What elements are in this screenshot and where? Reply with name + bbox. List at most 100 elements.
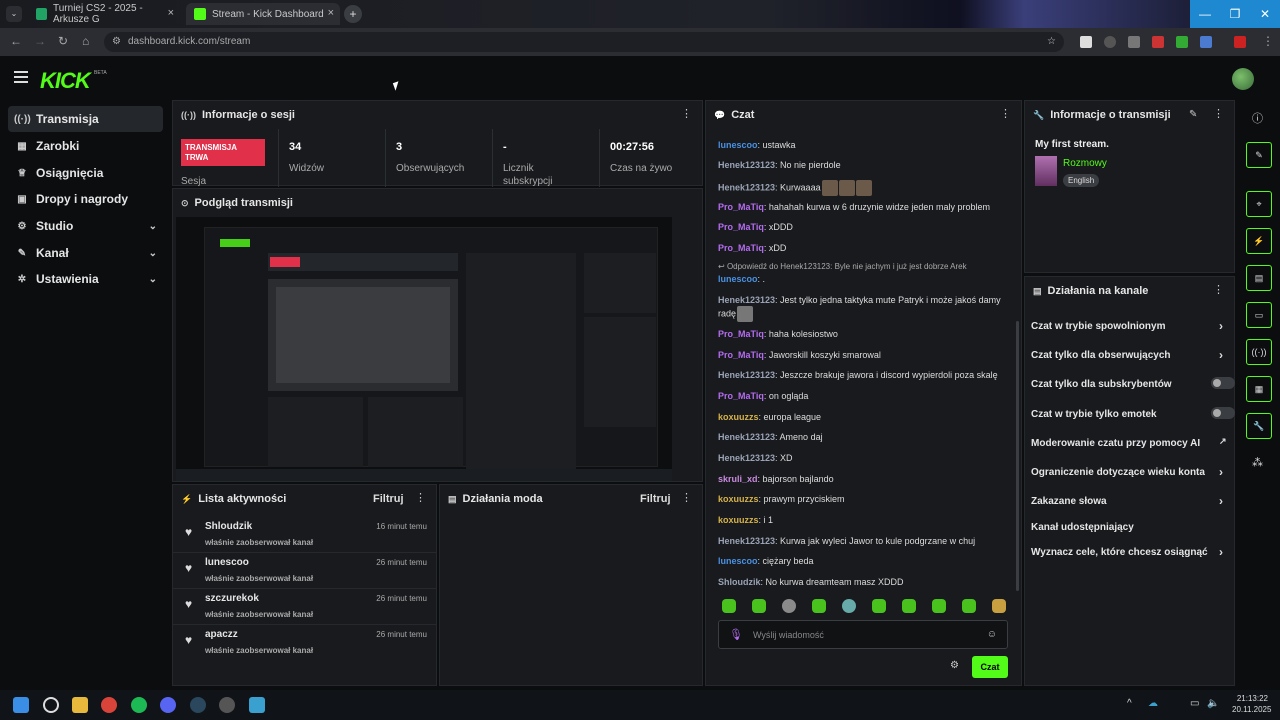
- sharing-channel-item[interactable]: Kanał udostępniający: [1031, 522, 1231, 533]
- avatar[interactable]: [1232, 68, 1254, 90]
- filter-button[interactable]: Filtruj: [373, 493, 404, 505]
- sidebar-item-dropy[interactable]: ▣ Dropy i nagrody: [8, 186, 163, 212]
- activity-user[interactable]: Shloudzik: [205, 521, 252, 532]
- chat-username[interactable]: Pro_MaTiq: [718, 350, 764, 360]
- extension-icon[interactable]: [1104, 36, 1116, 48]
- sidebar-item-ustawienia[interactable]: ✲ Ustawienia ⌄: [8, 266, 163, 292]
- sidebar-item-studio[interactable]: ⚙ Studio ⌄: [8, 213, 163, 239]
- layout-tool-button[interactable]: ▦: [1246, 376, 1272, 402]
- banned-words-item[interactable]: Zakazane słowa ›: [1031, 494, 1231, 508]
- tray-icon[interactable]: ☁: [1148, 698, 1158, 709]
- chat-username[interactable]: Shloudzik: [718, 577, 761, 587]
- category-link[interactable]: Rozmowy: [1063, 158, 1107, 169]
- emote-icon[interactable]: [842, 599, 856, 613]
- network-icon[interactable]: ▭: [1190, 698, 1199, 709]
- tab-sheets[interactable]: Turniej CS2 - 2025 - Arkusze G ×: [28, 3, 180, 25]
- reload-icon[interactable]: ↻: [58, 34, 68, 48]
- chat-username[interactable]: Henek123123: [718, 453, 775, 463]
- chat-username[interactable]: Pro_MaTiq: [718, 329, 764, 339]
- account-age-item[interactable]: Ograniczenie dotyczące wieku konta ›: [1031, 465, 1231, 479]
- extensions-puzzle-icon[interactable]: [1200, 36, 1212, 48]
- chat-username[interactable]: Henek123123: [718, 295, 775, 305]
- sidebar-item-transmisja[interactable]: ((·)) Transmisja: [8, 106, 163, 132]
- edit-icon[interactable]: ✎: [1189, 109, 1197, 120]
- new-tab-button[interactable]: +: [344, 5, 362, 23]
- edit-tool-button[interactable]: ✎: [1246, 142, 1272, 168]
- target-tool-button[interactable]: ⌖: [1246, 191, 1272, 217]
- emote-icon[interactable]: [752, 599, 766, 613]
- wrench-tool-button[interactable]: 🔧: [1246, 413, 1272, 439]
- bookmark-star-icon[interactable]: ☆: [1047, 32, 1056, 52]
- emote-icon[interactable]: [962, 599, 976, 613]
- followers-only-item[interactable]: Czat tylko dla obserwujących ›: [1031, 348, 1231, 362]
- emote-icon[interactable]: [782, 599, 796, 613]
- steam-icon[interactable]: [190, 697, 206, 713]
- chat-username[interactable]: Henek123123: [718, 160, 775, 170]
- window-close-button[interactable]: ✕: [1250, 0, 1280, 28]
- more-options-icon[interactable]: ⋮: [1000, 109, 1011, 120]
- more-options-icon[interactable]: ⋮: [681, 109, 692, 120]
- extension-icon[interactable]: [1080, 36, 1092, 48]
- slow-mode-item[interactable]: Czat w trybie spowolnionym ›: [1031, 319, 1231, 333]
- stream-preview-video[interactable]: [176, 217, 672, 481]
- back-icon[interactable]: ←: [10, 34, 22, 48]
- more-options-icon[interactable]: ⋮: [1213, 285, 1224, 296]
- more-options-icon[interactable]: ⋮: [1213, 109, 1224, 120]
- chat-username[interactable]: koxuuzzs: [718, 412, 759, 422]
- chat-username[interactable]: Henek123123: [718, 432, 775, 442]
- activity-user[interactable]: szczurekok: [205, 593, 259, 604]
- maximize-button[interactable]: ❐: [1220, 0, 1250, 28]
- profile-icon[interactable]: [1234, 36, 1246, 48]
- menu-icon[interactable]: [14, 71, 28, 86]
- emote-icon[interactable]: [872, 599, 886, 613]
- emote-icon[interactable]: [812, 599, 826, 613]
- info-icon[interactable]: ⓘ: [1252, 110, 1263, 126]
- notepad-icon[interactable]: [249, 697, 265, 713]
- emote-icon[interactable]: [722, 599, 736, 613]
- home-icon[interactable]: ⌂: [82, 34, 89, 48]
- microphone-icon[interactable]: 🎙: [729, 628, 743, 641]
- emote-icon[interactable]: [932, 599, 946, 613]
- windows-start-icon[interactable]: [13, 697, 29, 713]
- chat-send-button[interactable]: Czat: [972, 656, 1008, 678]
- close-icon[interactable]: ×: [168, 7, 174, 19]
- volume-icon[interactable]: 🔈: [1207, 698, 1219, 709]
- app-icon[interactable]: [219, 697, 235, 713]
- document-tool-button[interactable]: ▤: [1246, 265, 1272, 291]
- spotify-icon[interactable]: [131, 697, 147, 713]
- chat-username[interactable]: Pro_MaTiq: [718, 243, 764, 253]
- chat-username[interactable]: skruli_xd: [718, 474, 758, 484]
- chat-username[interactable]: koxuuzzs: [718, 515, 759, 525]
- browser-menu-icon[interactable]: ⋮: [1262, 34, 1274, 48]
- add-widget-icon[interactable]: ⁂: [1252, 456, 1263, 469]
- broadcast-tool-button[interactable]: ((·)): [1246, 339, 1272, 365]
- site-info-icon[interactable]: ⚙: [112, 32, 121, 52]
- url-field[interactable]: ⚙ dashboard.kick.com/stream ☆: [104, 32, 1064, 52]
- extension-icon[interactable]: [1176, 36, 1188, 48]
- tray-chevron-icon[interactable]: ^: [1127, 698, 1132, 709]
- chat-username[interactable]: Pro_MaTiq: [718, 222, 764, 232]
- ai-moderation-item[interactable]: Moderowanie czatu przy pomocy AI ↗: [1031, 436, 1231, 449]
- chat-username[interactable]: Henek123123: [718, 370, 775, 380]
- chat-tool-button[interactable]: ▭: [1246, 302, 1272, 328]
- forward-icon[interactable]: →: [34, 34, 46, 48]
- chat-username[interactable]: Pro_MaTiq: [718, 202, 764, 212]
- bolt-tool-button[interactable]: ⚡: [1246, 228, 1272, 254]
- more-options-icon[interactable]: ⋮: [681, 493, 692, 504]
- emote-only-toggle[interactable]: [1211, 407, 1235, 419]
- search-icon[interactable]: [43, 697, 59, 713]
- chat-scrollbar[interactable]: [1016, 321, 1019, 591]
- kick-logo[interactable]: KICK: [40, 68, 91, 94]
- extension-icon[interactable]: [1128, 36, 1140, 48]
- sidebar-item-osiagniecia[interactable]: ♕ Osiągnięcia: [8, 160, 163, 186]
- chat-username[interactable]: lunescoo: [718, 140, 758, 150]
- chat-input[interactable]: 🎙 Wyślij wiadomość ☺: [718, 620, 1008, 649]
- chat-username[interactable]: koxuuzzs: [718, 494, 759, 504]
- file-explorer-icon[interactable]: [72, 697, 88, 713]
- extension-icon[interactable]: [1152, 36, 1164, 48]
- tab-list-icon[interactable]: ⌄: [6, 6, 22, 22]
- close-icon[interactable]: ×: [328, 7, 334, 19]
- chrome-icon[interactable]: [101, 697, 117, 713]
- chat-username[interactable]: Pro_MaTiq: [718, 391, 764, 401]
- discord-icon[interactable]: [160, 697, 176, 713]
